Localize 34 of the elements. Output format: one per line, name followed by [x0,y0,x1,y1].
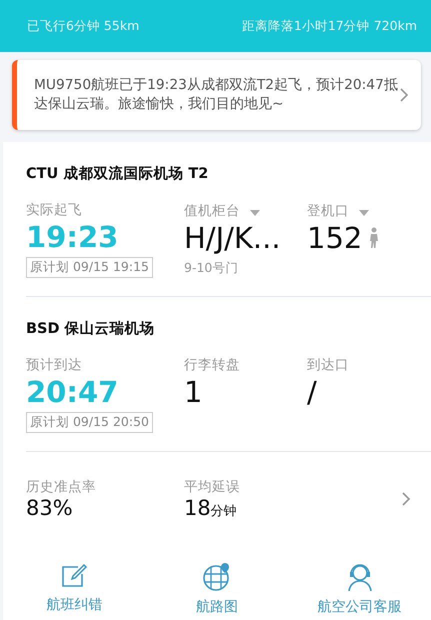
caret-icon[interactable] [250,210,260,216]
info-label: 到达口 [307,356,349,374]
time-value: 19:23 [26,219,118,255]
info-value: H/J/K... [184,220,281,256]
stat-unit: 分钟 [210,503,237,520]
notice-text: MU9750航班已于19:23从成都双流T2起飞，预计20:47抵达保山云瑞。旅途愉快，我们目的地见~ [34,76,399,114]
time-value: 20:47 [26,374,118,410]
nav-button[interactable]: 航班纠错 [3,562,146,616]
stat-label: 历史准点率 [26,478,96,496]
chevron-right-icon[interactable] [399,87,409,103]
stats-row[interactable]: 历史准点率 83% 平均延误 18分钟 [26,452,431,520]
notice-card[interactable]: MU9750航班已于19:23从成都双流T2起飞，预计20:47抵达保山云瑞。旅途愉快，我们目的地见~ [12,60,421,130]
info-label: 实际起飞 [26,201,82,219]
airport-title: CTU 成都双流国际机场 T2 [26,164,210,183]
caret-icon[interactable] [359,210,369,216]
chevron-right-icon[interactable] [401,491,411,507]
info-label: 预计到达 [26,356,82,374]
info-label: 登机口 [307,202,349,220]
nav-button[interactable]: 航路图 [146,562,288,616]
nav-button[interactable]: 航空公司客服 [288,562,431,616]
planned-time: 原计划 09/15 19:15 [26,257,153,278]
info-label: 值机柜台 [184,202,240,220]
airport-title: BSD 保山云瑞机场 [26,320,156,338]
info-label: 行李转盘 [184,356,240,374]
stat-label: 平均延误 [184,478,240,496]
globe-icon [202,562,232,592]
info-value: / [307,374,317,410]
gate-value: 152 [307,220,362,256]
stat-value: 18 [184,496,211,520]
planned-time: 原计划 09/15 20:50 [26,412,153,433]
edit-icon [60,562,88,590]
info-value: 1 [184,374,202,410]
info-note: 9-10号门 [184,260,238,277]
stat-value: 83% [26,496,73,520]
